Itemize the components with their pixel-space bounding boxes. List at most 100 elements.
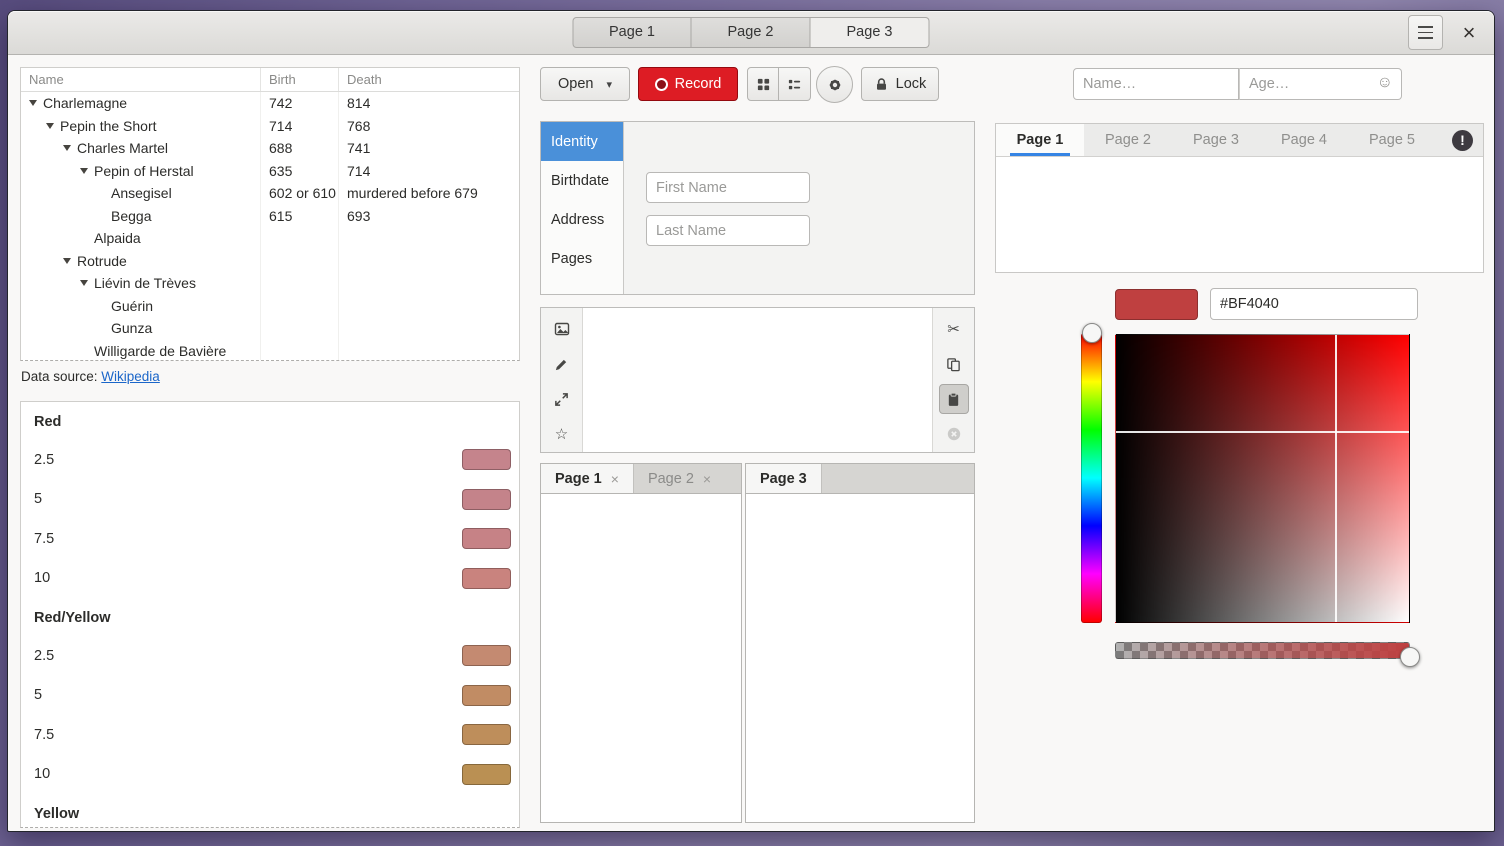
scale-row-red-2-5[interactable]: 2.5 [21,440,519,480]
tree-row-gu-rin[interactable]: Guérin [21,295,519,318]
tree-cell-name: Charles Martel [21,137,260,160]
last-name-field[interactable] [646,215,810,246]
column-header-name[interactable]: Name [21,68,260,91]
paste-button[interactable] [939,384,969,414]
close-button[interactable]: × [1456,15,1482,50]
open-button[interactable]: Open ▾ [540,67,630,101]
wikipedia-link[interactable]: Wikipedia [101,369,160,384]
scale-row-red-yellow-2-5[interactable]: 2.5 [21,636,519,676]
tree-cell-name: Charlemagne [21,92,260,115]
tree-row-li-vin-de-tr-ves[interactable]: Liévin de Trèves [21,272,519,295]
identity-sidebar: IdentityBirthdateAddressPages [541,122,624,294]
edit-button[interactable] [547,349,577,379]
text-editor-area[interactable] [583,308,932,452]
first-name-field[interactable] [646,172,810,203]
identity-section-address[interactable]: Address [541,200,623,239]
right-panel-tab-page-5[interactable]: Page 5 [1348,124,1436,156]
tree-header: Name Birth Death [21,68,519,92]
list-view-button[interactable] [779,67,811,101]
tree-expander-icon[interactable] [63,145,77,151]
settings-button[interactable] [816,66,853,103]
delete-button[interactable] [939,419,969,449]
scale-row-red-5[interactable]: 5 [21,480,519,520]
tree-row-charlemagne[interactable]: Charlemagne742814 [21,92,519,115]
copy-button[interactable] [939,349,969,379]
emoji-picker-icon[interactable]: ☺ [1377,74,1393,92]
scale-label: 5 [34,687,42,703]
fullscreen-button[interactable] [547,384,577,414]
close-icon: × [1463,20,1476,45]
titlebar-tab-page-2[interactable]: Page 2 [692,17,811,48]
alpha-slider-handle[interactable] [1400,647,1420,667]
tree-row-willigarde-de-bavi-re[interactable]: Willigarde de Bavière [21,340,519,362]
tree-expander-icon[interactable] [29,100,43,106]
column-header-birth[interactable]: Birth [260,68,338,91]
scale-label: 10 [34,570,50,586]
tree-row-ansegisel[interactable]: Ansegisel602 or 610murdered before 679 [21,182,519,205]
tree-row-pepin-the-short[interactable]: Pepin the Short714768 [21,115,519,138]
identity-section-identity[interactable]: Identity [541,122,623,161]
tree-name-text: Ansegisel [111,185,172,201]
tab-close-icon[interactable]: × [611,471,619,487]
scale-row-red-7-5[interactable]: 7.5 [21,519,519,559]
hue-slider[interactable] [1081,333,1102,623]
tree-cell-death [338,295,519,318]
right-panel-tab-page-1[interactable]: Page 1 [996,124,1084,156]
lock-button[interactable]: Lock [861,67,939,101]
scale-row-red-10[interactable]: 10 [21,559,519,599]
tree-expander-icon[interactable] [63,258,77,264]
color-swatch-button[interactable] [1115,289,1198,320]
alpha-slider[interactable] [1115,642,1410,659]
tree-expander-icon[interactable] [80,280,94,286]
name-input[interactable] [1073,68,1239,100]
tree-cell-birth [260,317,338,340]
identity-section-pages[interactable]: Pages [541,239,623,278]
menu-button[interactable] [1408,15,1443,50]
right-panel-tab-page-2[interactable]: Page 2 [1084,124,1172,156]
right-notebook-tab-page-3[interactable]: Page 3 [746,464,822,493]
identity-section-birthdate[interactable]: Birthdate [541,161,623,200]
scale-label: 7.5 [34,727,54,743]
tab-close-icon[interactable]: × [703,471,711,487]
saturation-value-plane[interactable] [1115,334,1410,623]
scale-group-title-yellow: Yellow [34,806,519,828]
tree-name-text: Charlemagne [43,95,127,111]
tree-row-alpaida[interactable]: Alpaida [21,227,519,250]
tree-row-gunza[interactable]: Gunza [21,317,519,340]
color-hex-input[interactable] [1210,288,1418,320]
open-button-label: Open [558,76,593,92]
star-button[interactable]: ☆ [547,419,577,449]
tree-row-rotrude[interactable]: Rotrude [21,250,519,273]
titlebar-tab-page-3[interactable]: Page 3 [811,17,930,48]
tree-expander-icon[interactable] [80,168,94,174]
insert-image-icon [554,321,570,337]
tree-name-text: Alpaida [94,230,141,246]
right-panel-tab-page-4[interactable]: Page 4 [1260,124,1348,156]
tree-cell-name: Pepin the Short [21,115,260,138]
tree-cell-death: 693 [338,205,519,228]
hue-slider-handle[interactable] [1082,323,1102,343]
scale-row-red-yellow-5[interactable]: 5 [21,676,519,716]
tree-name-text: Rotrude [77,253,127,269]
left-notebook-tab-page-2[interactable]: Page 2× [634,464,725,493]
scale-swatch [462,568,511,589]
tree-cell-birth [260,272,338,295]
right-panel-tab-page-3[interactable]: Page 3 [1172,124,1260,156]
titlebar-tab-page-1[interactable]: Page 1 [573,17,692,48]
grid-view-button[interactable] [747,67,779,101]
tree-row-charles-martel[interactable]: Charles Martel688741 [21,137,519,160]
column-header-death[interactable]: Death [338,68,519,91]
record-button[interactable]: Record [638,67,738,101]
insert-image-button[interactable] [547,314,577,344]
tree-expander-icon[interactable] [46,123,60,129]
tree-row-pepin-of-herstal[interactable]: Pepin of Herstal635714 [21,160,519,183]
scale-row-red-yellow-7-5[interactable]: 7.5 [21,715,519,755]
tree-cell-name: Ansegisel [21,182,260,205]
cut-button[interactable]: ✂ [939,314,969,344]
titlebar[interactable]: Page 1Page 2Page 3 × [8,11,1494,55]
tree-cell-name: Begga [21,205,260,228]
tree-row-begga[interactable]: Begga615693 [21,205,519,228]
left-notebook-tab-page-1[interactable]: Page 1× [541,464,634,493]
scale-row-red-yellow-10[interactable]: 10 [21,755,519,795]
edit-pencil-icon [554,357,569,372]
